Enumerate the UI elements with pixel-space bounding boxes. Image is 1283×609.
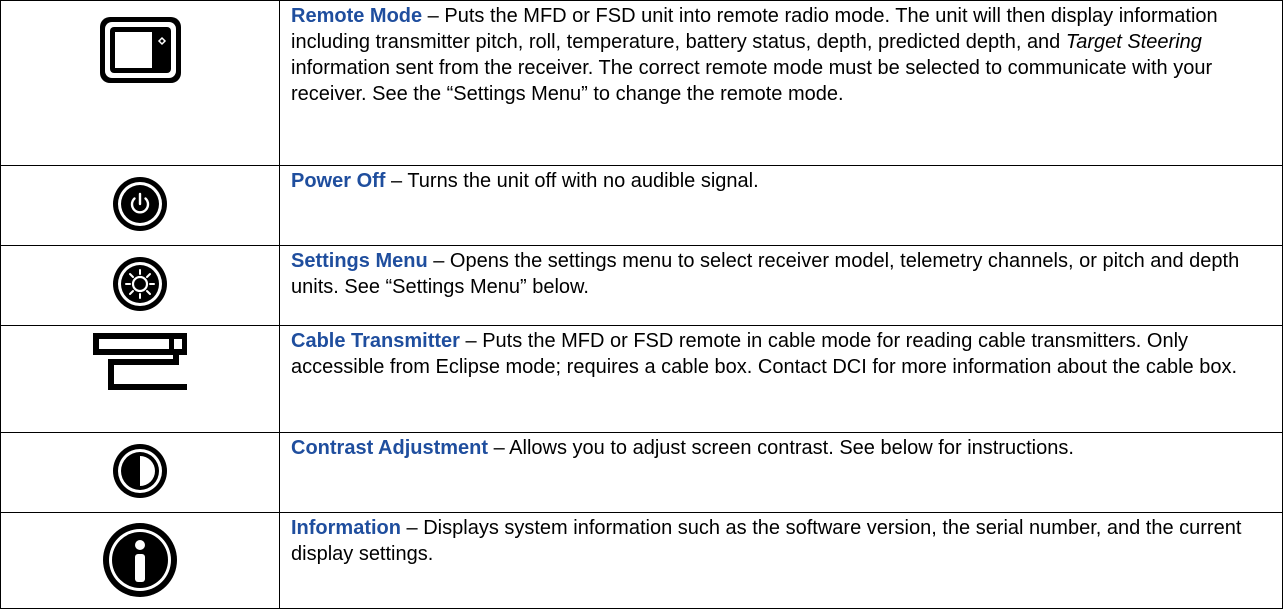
description-text: Cable Transmitter – Puts the MFD or FSD … — [291, 330, 1238, 378]
description-text: Information – Displays system informatio… — [291, 517, 1242, 565]
icon-cell — [0, 325, 280, 433]
description-cell: Information – Displays system informatio… — [279, 512, 1283, 609]
description-cell: Settings Menu – Opens the settings menu … — [279, 245, 1283, 326]
table-row: Remote Mode – Puts the MFD or FSD unit i… — [0, 0, 1283, 166]
description-text: Settings Menu – Opens the settings menu … — [291, 250, 1240, 298]
term-power-off: Power Off — [291, 170, 386, 192]
term-settings-menu: Settings Menu — [291, 250, 428, 272]
settings-menu-icon — [113, 257, 167, 311]
power-off-icon — [113, 177, 167, 231]
description-cell: Contrast Adjustment – Allows you to adju… — [279, 432, 1283, 513]
table-row: Contrast Adjustment – Allows you to adju… — [0, 432, 1283, 513]
term-contrast-adjustment: Contrast Adjustment — [291, 437, 489, 459]
icon-description-table: Remote Mode – Puts the MFD or FSD unit i… — [0, 0, 1283, 609]
information-icon — [103, 523, 177, 597]
remote-mode-icon — [99, 17, 181, 83]
icon-cell — [0, 512, 280, 609]
cable-transmitter-icon — [93, 333, 187, 390]
icon-cell — [0, 432, 280, 513]
description-cell: Power Off – Turns the unit off with no a… — [279, 165, 1283, 246]
description-text: Contrast Adjustment – Allows you to adju… — [291, 437, 1074, 459]
icon-cell — [0, 165, 280, 246]
term-information: Information — [291, 517, 401, 539]
description-cell: Remote Mode – Puts the MFD or FSD unit i… — [279, 0, 1283, 166]
description-text: Power Off – Turns the unit off with no a… — [291, 170, 759, 192]
contrast-adjustment-icon — [113, 444, 167, 498]
icon-cell — [0, 245, 280, 326]
icon-cell — [0, 0, 280, 166]
term-cable-transmitter: Cable Transmitter — [291, 330, 460, 352]
description-text: Remote Mode – Puts the MFD or FSD unit i… — [291, 5, 1218, 105]
description-cell: Cable Transmitter – Puts the MFD or FSD … — [279, 325, 1283, 433]
table-row: Power Off – Turns the unit off with no a… — [0, 165, 1283, 246]
table-row: Cable Transmitter – Puts the MFD or FSD … — [0, 325, 1283, 433]
term-remote-mode: Remote Mode — [291, 5, 423, 27]
table-row: Settings Menu – Opens the settings menu … — [0, 245, 1283, 326]
table-row: Information – Displays system informatio… — [0, 512, 1283, 609]
